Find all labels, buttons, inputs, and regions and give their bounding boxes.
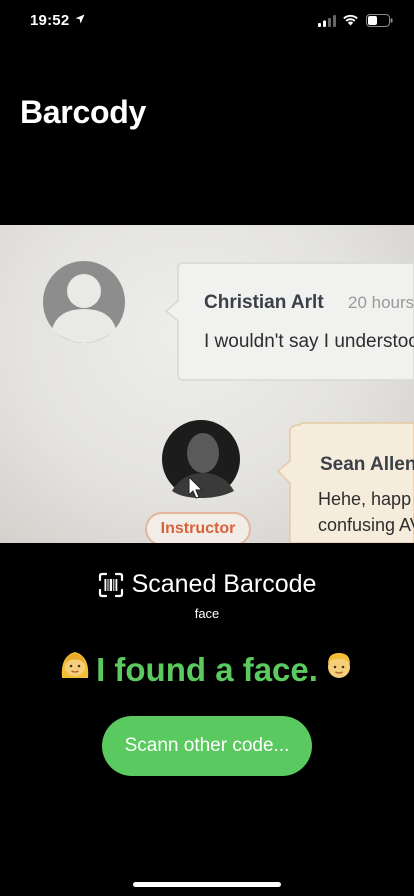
comment-text-1: I wouldn't say I understoo: [204, 331, 414, 352]
scanned-image: Christian Arlt 20 hours I wouldn't say I…: [0, 225, 414, 543]
scan-result-header: Scaned Barcode: [0, 570, 414, 602]
blond-woman-emoji-icon: [58, 648, 92, 690]
blond-man-emoji-icon: [322, 648, 356, 690]
result-text: I found a face.: [96, 651, 318, 688]
comment-author-1: Christian Arlt: [204, 292, 324, 313]
scan-other-code-button[interactable]: Scann other code...: [102, 716, 312, 776]
app-title: Barcody: [20, 94, 146, 130]
barcode-viewfinder-icon: [98, 572, 123, 597]
scan-label: Scaned Barcode: [131, 570, 317, 598]
status-bar: 19:52: [0, 0, 414, 44]
instructor-badge: Instructor: [145, 512, 251, 543]
battery-icon: [366, 14, 393, 27]
comment-text-2-line-2: confusing AV: [318, 515, 414, 535]
comment-author-2: Sean Allen: [320, 454, 414, 475]
location-arrow-icon: [75, 14, 85, 24]
cellular-signal-icon: [318, 15, 336, 27]
comment-time-1: 20 hours: [348, 293, 414, 312]
comment-text-2-line-1: Hehe, happ: [318, 489, 412, 509]
scan-result: I found a face.: [0, 651, 414, 693]
scan-type: face: [194, 606, 220, 621]
home-indicator[interactable]: [133, 882, 281, 887]
wifi-icon: [343, 14, 358, 26]
status-time: 19:52: [30, 12, 70, 29]
